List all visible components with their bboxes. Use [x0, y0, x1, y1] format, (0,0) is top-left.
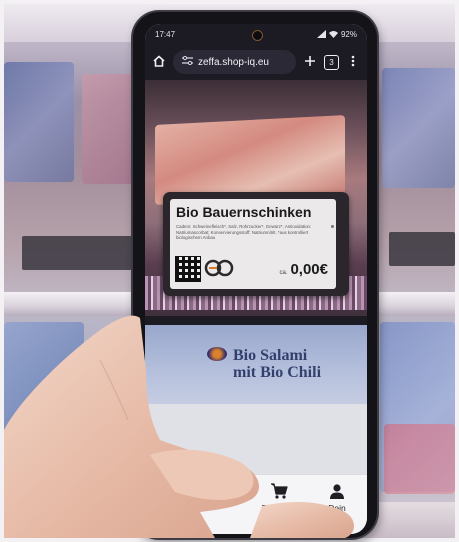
phone-screen: 17:47 92% zeffa.shop-iq.eu 3 Bio Bauerns… — [145, 24, 367, 534]
camera-scan-view[interactable]: Bio Bauernschinken Cadem: Schweinefleisc… — [145, 80, 367, 316]
home-icon[interactable] — [151, 54, 167, 71]
address-bar[interactable]: zeffa.shop-iq.eu — [173, 50, 296, 74]
electronic-price-tag: Bio Bauernschinken Cadem: Schweinefleisc… — [163, 192, 349, 296]
price-value: 0,00€ — [290, 261, 328, 278]
tag-indicator — [331, 225, 334, 228]
product-line-2: mit Bio Chili — [233, 364, 322, 381]
web-page: Bio Bauernschinken Cadem: Schweinefleisc… — [145, 80, 367, 534]
tab-count: 3 — [329, 57, 334, 67]
plus-icon[interactable] — [302, 54, 318, 70]
kebab-menu-icon[interactable] — [345, 54, 361, 70]
nav-label: Bestellen — [261, 503, 297, 513]
site-settings-icon[interactable] — [182, 55, 193, 68]
nav-item-bestellen[interactable]: Bestellen — [259, 483, 299, 534]
page-body — [145, 404, 367, 474]
shelf-price-label — [22, 236, 132, 270]
signal-icon — [316, 30, 326, 38]
battery-level: 92% — [340, 29, 357, 39]
product-banner[interactable]: Bio Salami mit Bio Chili — [145, 325, 367, 404]
url-text[interactable]: zeffa.shop-iq.eu — [198, 57, 269, 68]
product-banner-text: Bio Salami mit Bio Chili — [233, 347, 321, 381]
bottom-navigation: Bestellen Dein Konto — [145, 474, 367, 534]
product-pack — [4, 62, 74, 182]
price-display: ca. 0,00€ — [279, 261, 328, 278]
tab-switcher-button[interactable]: 3 — [324, 54, 339, 70]
product-pack — [384, 424, 455, 494]
nav-item-dein-konto[interactable]: Dein Konto — [317, 483, 357, 534]
product-line-1: Bio Salami — [233, 347, 308, 364]
person-icon — [330, 484, 344, 499]
front-camera — [252, 30, 263, 41]
section-divider — [145, 316, 367, 325]
product-pack — [4, 322, 84, 492]
product-title: Bio Bauernschinken — [176, 204, 312, 220]
shelf-price-label — [389, 232, 455, 266]
browser-toolbar: zeffa.shop-iq.eu 3 — [145, 44, 367, 80]
product-ingredients: Cadem: Schweinefleisch*, Salz, Rohrzucke… — [176, 224, 312, 240]
qr-code-icon — [175, 256, 201, 282]
status-icons: 92% — [316, 29, 357, 39]
status-time: 17:47 — [155, 29, 176, 39]
brand-badge-icon — [207, 347, 227, 361]
price-tag-display: Bio Bauernschinken Cadem: Schweinefleisc… — [170, 199, 336, 289]
shopping-cart-icon — [271, 483, 288, 499]
organic-logo-icon — [204, 259, 234, 277]
nav-label: Dein Konto — [325, 503, 349, 523]
price-prefix: ca. — [279, 270, 288, 276]
wifi-icon — [328, 31, 338, 38]
product-pack — [382, 68, 455, 188]
